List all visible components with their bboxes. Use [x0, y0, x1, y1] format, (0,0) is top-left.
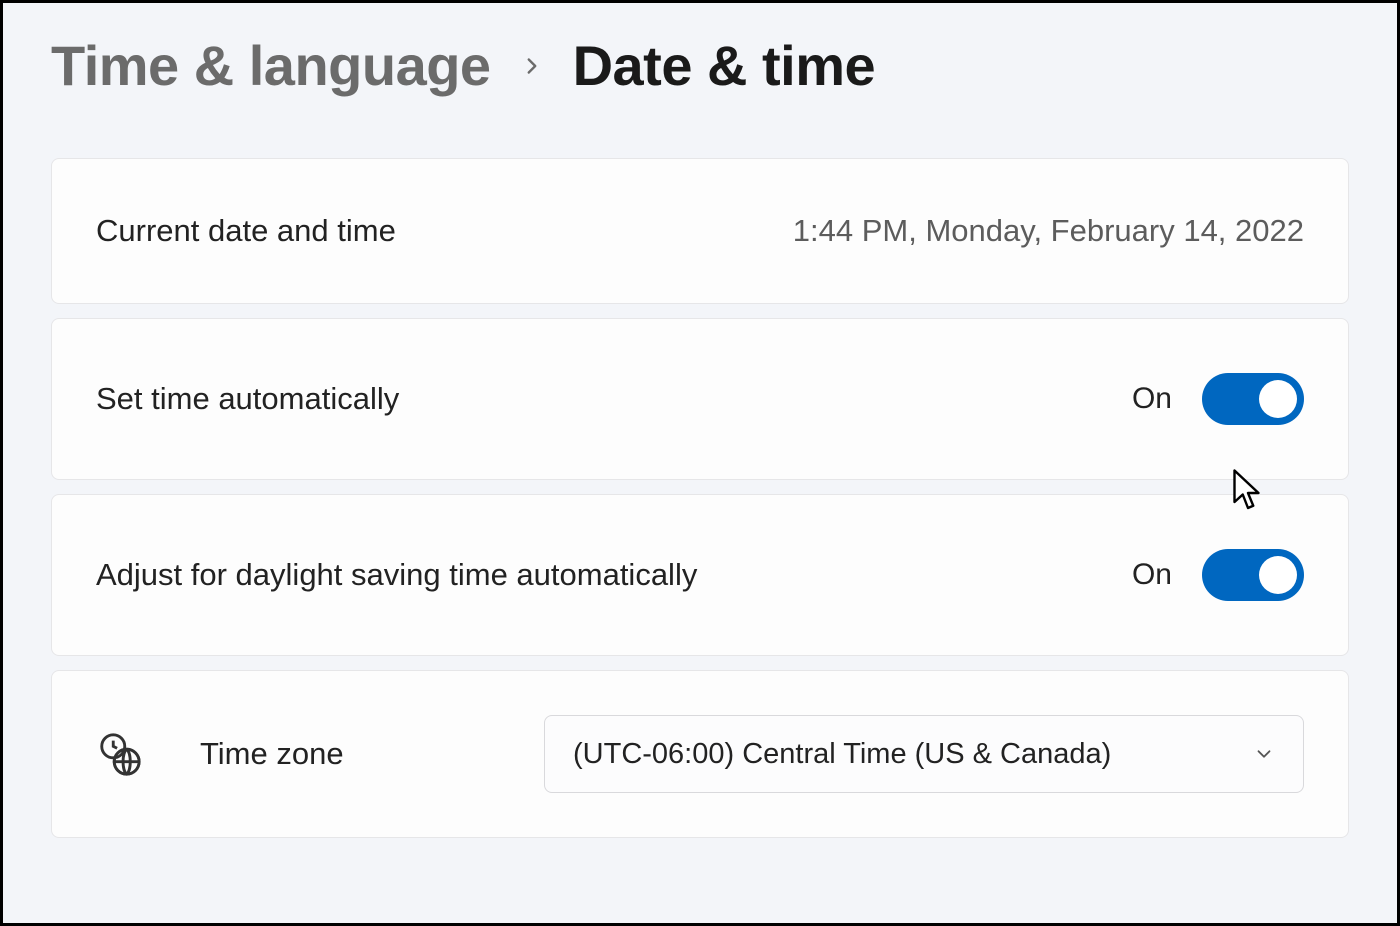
adjust-dst-label: Adjust for daylight saving time automati… — [96, 557, 697, 593]
timezone-label: Time zone — [200, 736, 344, 772]
set-time-auto-label: Set time automatically — [96, 381, 399, 417]
set-time-auto-toggle[interactable] — [1202, 373, 1304, 425]
timezone-icon — [96, 731, 142, 777]
breadcrumb-current: Date & time — [573, 33, 876, 98]
chevron-right-icon — [519, 46, 545, 86]
adjust-dst-state: On — [1132, 558, 1172, 592]
timezone-select-value: (UTC-06:00) Central Time (US & Canada) — [573, 738, 1111, 771]
adjust-dst-row: Adjust for daylight saving time automati… — [51, 494, 1349, 656]
current-datetime-value: 1:44 PM, Monday, February 14, 2022 — [793, 213, 1304, 249]
timezone-select[interactable]: (UTC-06:00) Central Time (US & Canada) — [544, 715, 1304, 793]
adjust-dst-toggle[interactable] — [1202, 549, 1304, 601]
current-datetime-label: Current date and time — [96, 213, 396, 249]
breadcrumb-parent[interactable]: Time & language — [51, 33, 491, 98]
chevron-down-icon — [1253, 743, 1275, 765]
set-time-auto-row: Set time automatically On — [51, 318, 1349, 480]
set-time-auto-state: On — [1132, 382, 1172, 416]
current-datetime-row: Current date and time 1:44 PM, Monday, F… — [51, 158, 1349, 304]
timezone-row: Time zone (UTC-06:00) Central Time (US &… — [51, 670, 1349, 838]
breadcrumb: Time & language Date & time — [51, 33, 1349, 98]
